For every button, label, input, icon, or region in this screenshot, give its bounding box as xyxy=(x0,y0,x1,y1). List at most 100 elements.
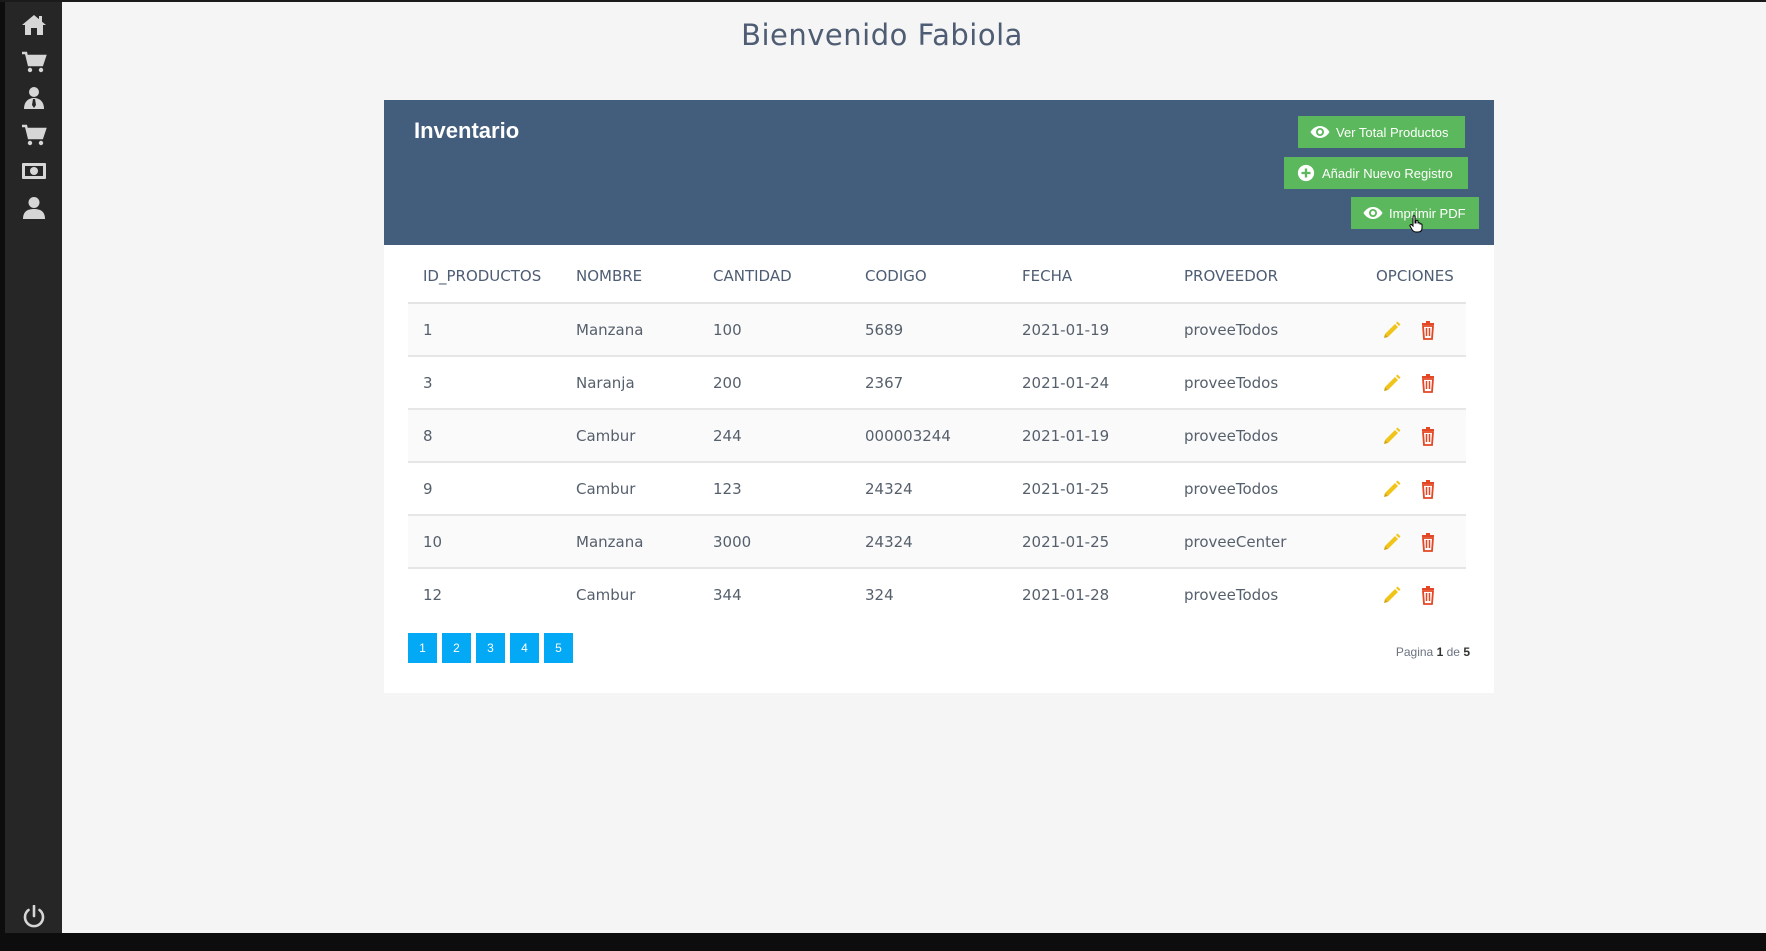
plus-circle-icon xyxy=(1297,164,1315,182)
row-actions xyxy=(1376,479,1466,499)
cell-codigo: 000003244 xyxy=(850,409,1007,463)
edit-pencil-icon[interactable] xyxy=(1382,585,1402,605)
cell-proveedor: proveeTodos xyxy=(1169,356,1361,410)
add-new-record-label: Añadir Nuevo Registro xyxy=(1322,165,1453,181)
delete-trash-icon[interactable] xyxy=(1418,532,1438,552)
cell-opciones xyxy=(1361,568,1466,620)
card-header: Inventario Ver Total Productos Añadir Nu… xyxy=(384,100,1494,245)
cell-opciones xyxy=(1361,515,1466,569)
window-top-edge xyxy=(0,0,1766,2)
table-body: 1 Manzana 100 5689 2021-01-19 proveeTodos 3 Nar… xyxy=(408,303,1466,620)
inventory-card: Inventario Ver Total Productos Añadir Nu… xyxy=(384,100,1494,693)
cell-proveedor: proveeTodos xyxy=(1169,409,1361,463)
edit-pencil-icon[interactable] xyxy=(1382,479,1402,499)
delete-trash-icon[interactable] xyxy=(1418,585,1438,605)
edit-pencil-icon[interactable] xyxy=(1382,373,1402,393)
cell-fecha: 2021-01-19 xyxy=(1007,303,1169,357)
edit-pencil-icon[interactable] xyxy=(1382,426,1402,446)
hand-cursor-icon xyxy=(1409,215,1423,233)
column-header-opciones: OPCIONES xyxy=(1361,250,1466,304)
view-total-products-button[interactable]: Ver Total Productos xyxy=(1298,116,1465,148)
cell-codigo: 24324 xyxy=(850,462,1007,516)
table-row: 10 Manzana 3000 24324 2021-01-25 proveeCenter xyxy=(408,515,1466,569)
cell-cantidad: 200 xyxy=(698,356,850,410)
page-button[interactable]: 4 xyxy=(510,633,539,663)
table-header-row: ID_PRODUCTOS NOMBRE CANTIDAD CODIGO FECH… xyxy=(408,250,1466,304)
window-bottom-edge xyxy=(0,933,1766,951)
page-button[interactable]: 2 xyxy=(442,633,471,663)
table-row: 3 Naranja 200 2367 2021-01-24 proveeTodos xyxy=(408,356,1466,410)
row-actions xyxy=(1376,585,1466,605)
cell-nombre: Cambur xyxy=(561,409,698,463)
row-actions xyxy=(1376,532,1466,552)
cell-proveedor: proveeCenter xyxy=(1169,515,1361,569)
page-title: Bienvenido Fabiola xyxy=(741,18,1023,52)
cell-fecha: 2021-01-25 xyxy=(1007,515,1169,569)
cell-proveedor: proveeTodos xyxy=(1169,462,1361,516)
cell-codigo: 324 xyxy=(865,585,894,604)
cell-nombre: Cambur xyxy=(561,462,698,516)
cell-fecha: 2021-01-28 xyxy=(1022,585,1110,604)
delete-trash-icon[interactable] xyxy=(1418,373,1438,393)
cell-cantidad: 344 xyxy=(713,585,742,604)
sidebar xyxy=(5,2,62,933)
cell-cantidad: 123 xyxy=(698,462,850,516)
delete-trash-icon[interactable] xyxy=(1418,426,1438,446)
column-header-id: ID_PRODUCTOS xyxy=(408,250,561,304)
column-header-nombre: NOMBRE xyxy=(561,250,698,304)
pagination-total: 5 xyxy=(1463,645,1470,659)
money-icon[interactable] xyxy=(5,156,62,186)
cell-codigo: 2367 xyxy=(850,356,1007,410)
column-header-proveedor: PROVEEDOR xyxy=(1169,250,1361,304)
edit-pencil-icon[interactable] xyxy=(1382,532,1402,552)
cart-icon[interactable] xyxy=(5,47,62,77)
print-pdf-label: Imprimir PDF xyxy=(1389,205,1466,221)
cell-proveedor: proveeTodos xyxy=(1169,303,1361,357)
cell-cantidad: 3000 xyxy=(698,515,850,569)
eye-icon xyxy=(1363,207,1383,219)
cell-cantidad: 244 xyxy=(698,409,850,463)
row-actions xyxy=(1376,426,1466,446)
delete-trash-icon[interactable] xyxy=(1418,479,1438,499)
edit-pencil-icon[interactable] xyxy=(1382,320,1402,340)
pagination-current: 1 xyxy=(1436,645,1444,659)
user-tie-icon[interactable] xyxy=(5,83,62,113)
delete-trash-icon[interactable] xyxy=(1418,320,1438,340)
cell-opciones xyxy=(1361,462,1466,516)
pagination-info: Pagina 1 de 5 xyxy=(1396,645,1470,659)
power-icon[interactable] xyxy=(5,902,62,932)
cell-id: 9 xyxy=(408,462,561,516)
cell-proveedor: proveeTodos xyxy=(1184,585,1279,604)
home-icon[interactable] xyxy=(5,10,62,40)
pagination: 12345 xyxy=(408,633,573,663)
cart-icon[interactable] xyxy=(5,120,62,150)
cell-fecha: 2021-01-24 xyxy=(1007,356,1169,410)
cell-id: 12 xyxy=(423,585,443,604)
add-new-record-button[interactable]: Añadir Nuevo Registro xyxy=(1284,157,1468,189)
cell-cantidad: 100 xyxy=(698,303,850,357)
page-button[interactable]: 3 xyxy=(476,633,505,663)
cell-opciones xyxy=(1361,303,1466,357)
page-button[interactable]: 5 xyxy=(544,633,573,663)
cell-fecha: 2021-01-19 xyxy=(1007,409,1169,463)
cell-id: 1 xyxy=(408,303,561,357)
cell-opciones xyxy=(1361,409,1466,463)
cell-nombre: Manzana xyxy=(561,515,698,569)
card-title: Inventario xyxy=(414,118,520,143)
cell-id: 3 xyxy=(408,356,561,410)
table-row: 9 Cambur 123 24324 2021-01-25 proveeTodos xyxy=(408,462,1466,516)
row-actions xyxy=(1376,373,1466,393)
cell-id: 8 xyxy=(408,409,561,463)
column-header-fecha: FECHA xyxy=(1007,250,1169,304)
inventory-table: ID_PRODUCTOS NOMBRE CANTIDAD CODIGO FECH… xyxy=(408,250,1466,620)
cell-fecha: 2021-01-25 xyxy=(1007,462,1169,516)
column-header-cantidad: CANTIDAD xyxy=(698,250,850,304)
table-row: 8 Cambur 244 000003244 2021-01-19 proveeTodos xyxy=(408,409,1466,463)
page-button[interactable]: 1 xyxy=(408,633,437,663)
cell-id: 10 xyxy=(408,515,561,569)
cell-codigo: 24324 xyxy=(850,515,1007,569)
row-actions xyxy=(1376,320,1466,340)
user-icon[interactable] xyxy=(5,193,62,223)
cell-nombre: Naranja xyxy=(561,356,698,410)
table-row: 1 Manzana 100 5689 2021-01-19 proveeTodos xyxy=(408,303,1466,357)
